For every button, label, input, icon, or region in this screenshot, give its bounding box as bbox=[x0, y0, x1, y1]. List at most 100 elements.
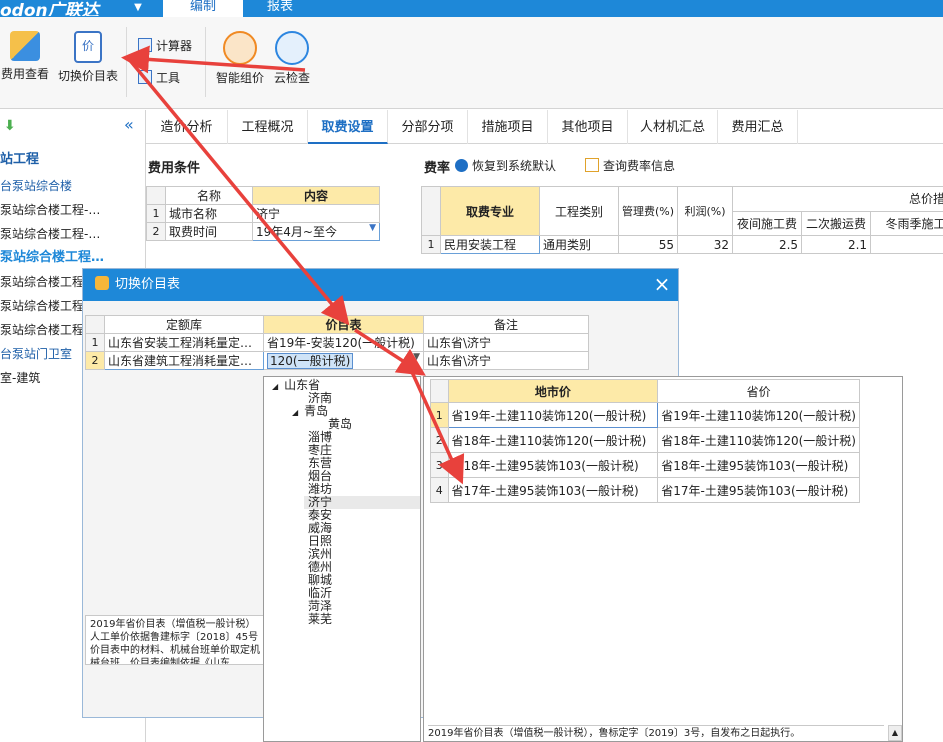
column-header: 备注 bbox=[423, 315, 589, 334]
column-header: 定额库 bbox=[104, 315, 264, 334]
cell[interactable]: 2.5 bbox=[732, 235, 803, 254]
cell[interactable]: 2.1 bbox=[801, 235, 872, 254]
tab-cost-analysis[interactable]: 造价分析 bbox=[146, 110, 228, 144]
restore-default-button[interactable]: 恢复到系统默认 bbox=[455, 157, 556, 174]
tools-icon bbox=[138, 70, 152, 84]
expand-icon[interactable]: ◢ bbox=[272, 382, 278, 391]
query-label: 查询费率信息 bbox=[603, 159, 676, 173]
city-label: 青岛 bbox=[304, 404, 329, 418]
cloud-check-button[interactable]: 云检查 bbox=[270, 31, 314, 101]
price-option[interactable]: 省18年-土建95装饰103(一般计税) bbox=[657, 452, 860, 478]
cloud-check-label: 云检查 bbox=[273, 71, 310, 85]
city-item[interactable]: 莱芜 bbox=[308, 613, 332, 626]
cell[interactable]: 32 bbox=[677, 235, 734, 254]
calculator-icon bbox=[138, 38, 152, 52]
row-number: 2 bbox=[85, 351, 105, 370]
column-header: 夜间施工费 bbox=[732, 210, 803, 236]
row-header bbox=[421, 186, 441, 236]
price-option[interactable]: 省18年-土建110装饰120(一般计税) bbox=[657, 427, 860, 453]
column-header: 名称 bbox=[165, 186, 253, 205]
price-option[interactable]: 省19年-土建110装饰120(一般计税) bbox=[657, 402, 860, 428]
tree-item[interactable]: 泵站综合楼工程-… bbox=[0, 223, 146, 245]
chevron-down-icon[interactable]: ▼ bbox=[130, 0, 146, 16]
tab-other-items[interactable]: 其他项目 bbox=[548, 110, 628, 144]
column-header: 二次搬运费 bbox=[801, 210, 872, 236]
tools-label: 工具 bbox=[156, 71, 181, 85]
row-number: 1 bbox=[146, 204, 166, 223]
dropdown-arrow-icon[interactable]: ▼ bbox=[413, 353, 420, 363]
calculator-label: 计算器 bbox=[156, 39, 193, 53]
row-number: 2 bbox=[146, 222, 166, 241]
row-number: 1 bbox=[85, 333, 105, 352]
price-list-popup: 地市价 省价 1 省19年-土建110装饰120(一般计税) 省19年-土建11… bbox=[423, 376, 903, 742]
cell[interactable]: 济宁 bbox=[252, 204, 380, 223]
row-number: 1 bbox=[421, 235, 441, 254]
row-header bbox=[85, 315, 105, 334]
cell: 取费时间 bbox=[165, 222, 253, 241]
price-option[interactable]: 省17年-土建95装饰103(一般计税) bbox=[657, 477, 860, 503]
ribbon-toolbar: 费用查看 价 切换价目表 计算器 工具 智能组价 云检查 bbox=[0, 17, 943, 109]
cell[interactable] bbox=[870, 235, 943, 254]
price-option[interactable]: 省19年-土建110装饰120(一般计税) bbox=[447, 402, 659, 428]
calculator-button[interactable]: 计算器 bbox=[138, 36, 192, 56]
smart-price-label: 智能组价 bbox=[215, 71, 264, 85]
query-rate-button[interactable]: 查询费率信息 bbox=[585, 157, 675, 174]
price-table-grid: 定额库 价目表 备注 1 山东省安装工程消耗量定… 省19年-安装120(一般计… bbox=[85, 315, 589, 370]
cell[interactable]: 通用类别 bbox=[539, 235, 619, 254]
tools-button[interactable]: 工具 bbox=[138, 68, 180, 88]
dialog-title-bar[interactable]: 切换价目表 bbox=[83, 269, 678, 301]
column-header: 省价 bbox=[657, 379, 860, 403]
tab-fee-settings[interactable]: 取费设置 bbox=[308, 110, 388, 144]
cell[interactable]: 民用安装工程 bbox=[440, 235, 540, 254]
column-header: 工程类别 bbox=[539, 186, 619, 236]
arrow-down-icon[interactable]: ⬇ bbox=[4, 118, 16, 134]
row-number: 2 bbox=[430, 427, 449, 453]
scroll-up-icon[interactable]: ▲ bbox=[888, 725, 902, 741]
row-number: 3 bbox=[430, 452, 449, 478]
tab-sub-items[interactable]: 分部分项 bbox=[388, 110, 468, 144]
expand-icon[interactable]: ◢ bbox=[292, 408, 298, 417]
price-option[interactable]: 省18年-土建95装饰103(一般计税) bbox=[447, 452, 659, 478]
cell: 山东省\济宁 bbox=[423, 333, 589, 352]
tree-item[interactable]: 泵站综合楼工程-… bbox=[0, 199, 146, 221]
collapse-icon[interactable]: « bbox=[124, 115, 134, 134]
price-select-value: 120(一般计税) bbox=[267, 353, 354, 369]
column-header: 价目表 bbox=[263, 315, 424, 334]
row-header bbox=[146, 186, 166, 205]
smart-price-button[interactable]: 智能组价 bbox=[212, 31, 268, 101]
tab-fee-summary[interactable]: 费用汇总 bbox=[718, 110, 798, 144]
city-item[interactable]: ◢ 青岛 bbox=[292, 405, 328, 418]
tab-measures[interactable]: 措施项目 bbox=[468, 110, 548, 144]
cell: 山东省安装工程消耗量定… bbox=[104, 333, 264, 352]
restore-label: 恢复到系统默认 bbox=[472, 159, 557, 173]
query-icon bbox=[585, 158, 599, 172]
close-icon[interactable]: × bbox=[648, 269, 676, 301]
dropdown-arrow-icon[interactable]: ▼ bbox=[369, 224, 376, 234]
fee-view-icon bbox=[10, 31, 40, 61]
tab-project-overview[interactable]: 工程概况 bbox=[228, 110, 308, 144]
cell: 山东省建筑工程消耗量定… bbox=[104, 351, 264, 370]
cell[interactable]: 55 bbox=[617, 235, 679, 254]
province-label: 山东省 bbox=[284, 378, 321, 392]
fee-view-button[interactable]: 费用查看 bbox=[0, 31, 50, 101]
tab-labor-material-summary[interactable]: 人材机汇总 bbox=[628, 110, 718, 144]
ribbon-divider bbox=[126, 27, 127, 97]
column-header: 地市价 bbox=[447, 379, 659, 403]
price-select[interactable]: 120(一般计税) ▼ bbox=[263, 351, 424, 370]
tree-item[interactable]: 台泵站综合楼 bbox=[0, 175, 146, 197]
row-header bbox=[430, 379, 449, 403]
price-option[interactable]: 省17年-土建95装饰103(一般计税) bbox=[447, 477, 659, 503]
switch-price-table-button[interactable]: 价 切换价目表 bbox=[54, 31, 122, 101]
cell: 山东省\济宁 bbox=[423, 351, 589, 370]
cell[interactable]: 省19年-安装120(一般计税) bbox=[263, 333, 424, 352]
ribbon-divider bbox=[205, 27, 206, 97]
dialog-title: 切换价目表 bbox=[115, 277, 181, 292]
tab-edit[interactable]: 编制 bbox=[163, 0, 243, 17]
tree-item-selected[interactable]: 泵站综合楼工程… bbox=[0, 247, 146, 269]
cloud-check-icon bbox=[275, 31, 309, 65]
fee-time-select[interactable]: 19年4月~至今 ▼ bbox=[252, 222, 380, 241]
column-header: 总价措施 bbox=[732, 186, 943, 212]
price-option[interactable]: 省18年-土建110装饰120(一般计税) bbox=[447, 427, 659, 453]
tab-report[interactable]: 报表 bbox=[245, 0, 315, 17]
tree-item[interactable]: 站工程 bbox=[0, 149, 146, 171]
